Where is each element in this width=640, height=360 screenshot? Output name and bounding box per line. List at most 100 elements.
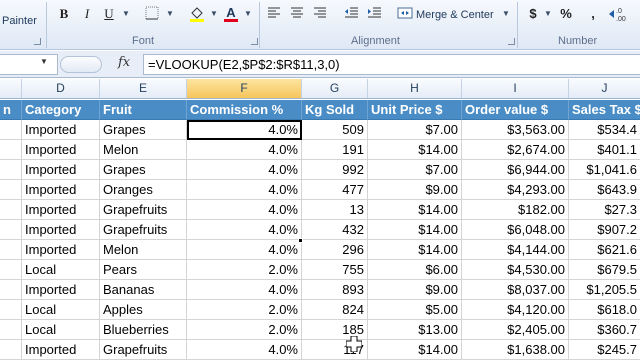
underline-dropdown-icon[interactable]: ▼	[122, 9, 130, 18]
cell-kg-sold[interactable]: 432	[302, 220, 368, 240]
increase-indent-icon[interactable]	[366, 5, 382, 23]
cell-sales-tax[interactable]: $1,041.6	[569, 160, 640, 180]
cell-fruit[interactable]: Grapefruits	[100, 220, 187, 240]
align-left-icon[interactable]	[266, 5, 282, 23]
cell-c[interactable]	[0, 160, 22, 180]
header-cell[interactable]: n	[0, 100, 22, 120]
cell-order-value[interactable]: $4,120.00	[462, 300, 569, 320]
comma-style-icon[interactable]: ,	[588, 5, 598, 23]
cell-category[interactable]: Imported	[22, 220, 100, 240]
formula-bar-resize-handle[interactable]	[60, 56, 102, 73]
underline-icon[interactable]: U	[102, 5, 116, 23]
cell-sales-tax[interactable]: $1,205.5	[569, 280, 640, 300]
alignment-launcher-icon[interactable]	[508, 38, 515, 45]
formula-input[interactable]: =VLOOKUP(E2,$P$2:$R$11,3,0)	[143, 54, 640, 75]
cell-kg-sold[interactable]: 509	[302, 120, 368, 140]
cell-unit-price[interactable]: $14.00	[368, 240, 462, 260]
cell-c[interactable]	[0, 240, 22, 260]
cell-category[interactable]: Imported	[22, 240, 100, 260]
cell-order-value[interactable]: $4,293.00	[462, 180, 569, 200]
borders-dropdown-icon[interactable]: ▼	[166, 9, 174, 18]
cell-fruit[interactable]: Grapefruits	[100, 200, 187, 220]
cell-sales-tax[interactable]: $360.7	[569, 320, 640, 340]
header-cell[interactable]: Category	[22, 100, 100, 120]
cell-sales-tax[interactable]: $534.4	[569, 120, 640, 140]
cell-category[interactable]: Imported	[22, 280, 100, 300]
cell-unit-price[interactable]: $9.00	[368, 180, 462, 200]
cell-unit-price[interactable]: $14.00	[368, 200, 462, 220]
cell-unit-price[interactable]: $7.00	[368, 160, 462, 180]
cell-order-value[interactable]: $6,944.00	[462, 160, 569, 180]
cell-order-value[interactable]: $4,530.00	[462, 260, 569, 280]
cell-c[interactable]	[0, 180, 22, 200]
cell-category[interactable]: Imported	[22, 140, 100, 160]
align-right-icon[interactable]	[312, 5, 328, 23]
cell-category[interactable]: Local	[22, 320, 100, 340]
cell-unit-price[interactable]: $14.00	[368, 140, 462, 160]
increase-decimal-icon[interactable]: .0.00	[606, 5, 630, 23]
cell-category[interactable]: Imported	[22, 120, 100, 140]
name-box[interactable]	[0, 54, 58, 75]
merge-center-icon[interactable]	[397, 5, 413, 23]
column-header-e[interactable]: E	[100, 79, 187, 98]
cell-unit-price[interactable]: $7.00	[368, 120, 462, 140]
cell-fruit[interactable]: Pears	[100, 260, 187, 280]
fill-handle[interactable]	[298, 238, 303, 243]
cell-commission[interactable]: 2.0%	[187, 320, 302, 340]
cell-c[interactable]	[0, 200, 22, 220]
name-box-dropdown-icon[interactable]: ▼	[40, 57, 48, 66]
cell-c[interactable]	[0, 220, 22, 240]
font-color-icon[interactable]: A	[222, 5, 240, 23]
header-cell[interactable]: Kg Sold	[302, 100, 368, 120]
cell-sales-tax[interactable]: $679.5	[569, 260, 640, 280]
cell-c[interactable]	[0, 140, 22, 160]
cell-order-value[interactable]: $2,405.00	[462, 320, 569, 340]
cell-kg-sold[interactable]: 477	[302, 180, 368, 200]
cell-commission[interactable]: 4.0%	[187, 160, 302, 180]
spreadsheet-grid[interactable]: n Category Fruit Commission % Kg Sold Un…	[0, 100, 640, 360]
cell-commission[interactable]: 2.0%	[187, 300, 302, 320]
cell-order-value[interactable]: $6,048.00	[462, 220, 569, 240]
cell-sales-tax[interactable]: $245.7	[569, 340, 640, 360]
font-color-dropdown-icon[interactable]: ▼	[244, 9, 252, 18]
cell-category[interactable]: Local	[22, 260, 100, 280]
column-header-g[interactable]: G	[302, 79, 368, 98]
cell-c[interactable]	[0, 340, 22, 360]
column-header-f[interactable]: F	[187, 79, 302, 98]
cell-sales-tax[interactable]: $643.9	[569, 180, 640, 200]
cell-c[interactable]	[0, 320, 22, 340]
cell-sales-tax[interactable]: $27.3	[569, 200, 640, 220]
merge-dropdown-icon[interactable]: ▼	[502, 9, 510, 18]
cell-category[interactable]: Imported	[22, 200, 100, 220]
cell-commission[interactable]: 4.0%	[187, 220, 302, 240]
cell-order-value[interactable]: $4,144.00	[462, 240, 569, 260]
percent-style-icon[interactable]: %	[558, 5, 574, 23]
borders-icon[interactable]	[144, 5, 160, 23]
cell-c[interactable]	[0, 300, 22, 320]
format-painter-label[interactable]: Painter	[2, 15, 37, 27]
cell-commission[interactable]: 4.0%	[187, 180, 302, 200]
clipboard-launcher-icon[interactable]	[34, 38, 41, 45]
fill-color-icon[interactable]	[188, 5, 206, 23]
header-cell[interactable]: Order value $	[462, 100, 569, 120]
cell-commission[interactable]: 4.0%	[187, 340, 302, 360]
currency-format-icon[interactable]: $	[527, 5, 539, 23]
cell-fruit[interactable]: Melon	[100, 140, 187, 160]
header-cell[interactable]: Fruit	[100, 100, 187, 120]
column-header-d[interactable]: D	[22, 79, 100, 98]
cell-category[interactable]: Imported	[22, 160, 100, 180]
header-cell[interactable]: Unit Price $	[368, 100, 462, 120]
cell-fruit[interactable]: Blueberries	[100, 320, 187, 340]
cell-fruit[interactable]: Bananas	[100, 280, 187, 300]
cell-unit-price[interactable]: $14.00	[368, 220, 462, 240]
cell-sales-tax[interactable]: $907.2	[569, 220, 640, 240]
cell-kg-sold[interactable]: 824	[302, 300, 368, 320]
cell-fruit[interactable]: Grapes	[100, 160, 187, 180]
header-cell[interactable]: Sales Tax $	[569, 100, 640, 120]
cell-unit-price[interactable]: $5.00	[368, 300, 462, 320]
cell-kg-sold[interactable]: 992	[302, 160, 368, 180]
cell-commission[interactable]: 2.0%	[187, 260, 302, 280]
fill-color-dropdown-icon[interactable]: ▼	[210, 9, 218, 18]
currency-dropdown-icon[interactable]: ▼	[544, 9, 552, 18]
cell-fruit[interactable]: Grapes	[100, 120, 187, 140]
